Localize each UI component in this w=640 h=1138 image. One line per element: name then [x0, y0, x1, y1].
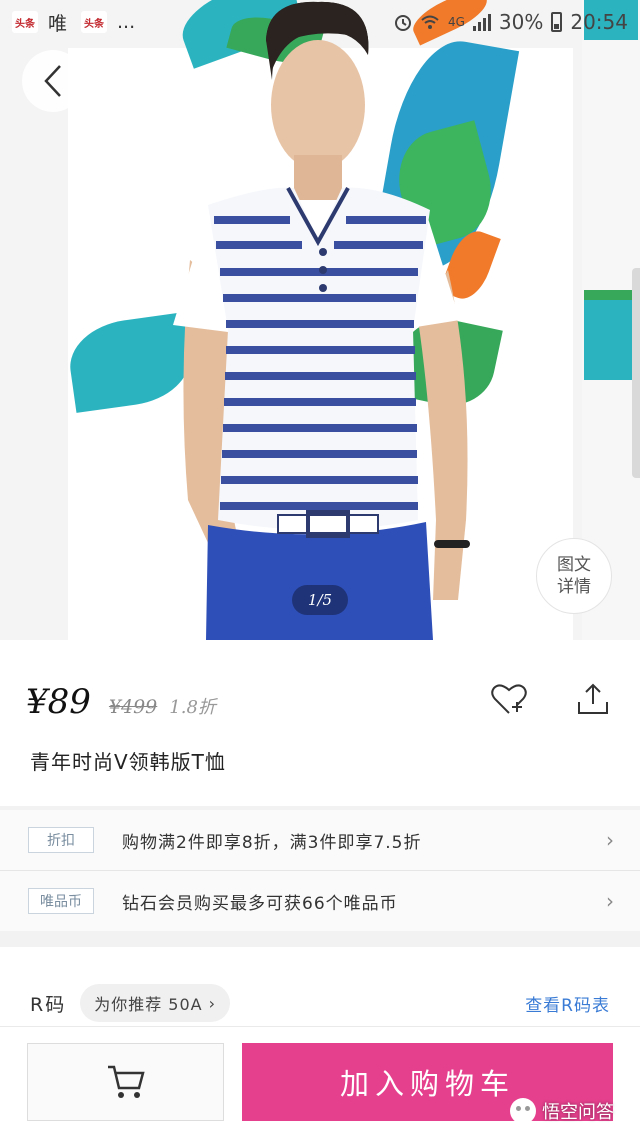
cart-button[interactable]: [27, 1043, 224, 1121]
watermark-text: 悟空问答: [542, 1102, 614, 1123]
battery-icon: [551, 12, 563, 32]
model-illustration: [173, 1, 470, 640]
wifi-icon: [421, 15, 439, 29]
detail-button-label: 详情: [557, 577, 591, 597]
section-separator: [0, 931, 640, 947]
signal-icon: [472, 13, 491, 31]
promotion-row-discount[interactable]: 折扣 购物满2件即享8折，满3件即享7.5折 ›: [0, 810, 640, 870]
image-page-indicator: 1/5: [292, 585, 348, 615]
watermark-logo-icon: [510, 1098, 536, 1124]
share-button[interactable]: [572, 678, 614, 720]
back-button[interactable]: [22, 50, 84, 112]
share-icon: [578, 683, 608, 714]
chevron-right-icon: ›: [606, 889, 614, 913]
status-indicators: 4G 30% 20:54: [394, 10, 628, 34]
sale-price: ¥89: [26, 682, 91, 722]
detail-button-label: 图文: [557, 555, 591, 575]
app-badge: 头条: [12, 11, 38, 33]
size-recommendation-text: 为你推荐 50A: [94, 995, 203, 1014]
product-title: 青年时尚V领韩版T恤: [30, 750, 226, 774]
promo-text: 购物满2件即享8折，满3件即享7.5折: [122, 832, 422, 853]
status-app-name: 唯: [48, 12, 68, 35]
chevron-right-icon: ›: [208, 993, 217, 1013]
product-image-carousel[interactable]: [0, 0, 640, 640]
shopping-cart-icon: [107, 1065, 145, 1098]
size-label: R码: [30, 993, 67, 1016]
status-bar: 头条 唯 头条 ... 4G 30% 20:54: [0, 0, 640, 44]
network-type: 4G: [447, 15, 465, 29]
size-selector-row: R码 为你推荐 50A › 查看R码表: [0, 980, 640, 1026]
app-badge: 头条: [81, 11, 108, 33]
discount-rate: 1.8折: [169, 697, 216, 718]
alarm-icon: [394, 15, 411, 31]
original-price: ¥499: [108, 696, 158, 718]
clock: 20:54: [570, 10, 628, 34]
promotion-row-coins[interactable]: 唯品币 钻石会员购买最多可获66个唯品币 ›: [0, 871, 640, 931]
image-text-detail-button[interactable]: 图文 详情: [536, 538, 612, 614]
side-scroll-handle[interactable]: [632, 268, 640, 478]
promo-tag: 唯品币: [28, 888, 94, 914]
promo-tag: 折扣: [28, 827, 94, 853]
size-recommendation-chip[interactable]: 为你推荐 50A ›: [80, 984, 231, 1022]
size-chart-link[interactable]: 查看R码表: [525, 991, 610, 1016]
watermark: 悟空问答: [510, 1098, 614, 1124]
battery-percent: 30%: [498, 10, 544, 34]
favorite-button[interactable]: [488, 678, 530, 720]
chevron-left-icon: [44, 65, 61, 97]
promo-text: 钻石会员购买最多可获66个唯品币: [122, 893, 398, 914]
heart-plus-icon: [491, 684, 527, 714]
status-ellipsis: ...: [117, 11, 136, 33]
chevron-right-icon: ›: [606, 828, 614, 852]
